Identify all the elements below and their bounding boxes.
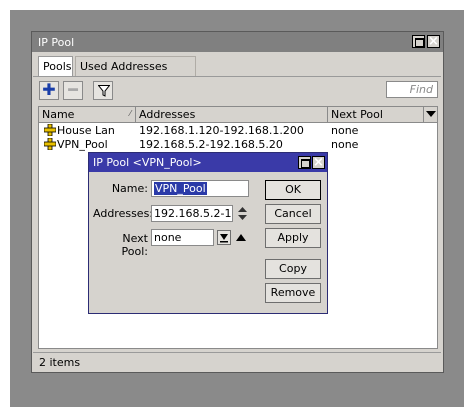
pool-icon <box>44 124 56 136</box>
pool-edit-dialog: IP Pool <VPN_Pool> × Name: VPN_Pool Addr… <box>88 152 328 314</box>
name-field[interactable]: VPN_Pool <box>151 180 249 197</box>
dropdown-arrow-icon <box>426 111 436 117</box>
ok-button[interactable]: OK <box>265 180 321 200</box>
table-cell-next-pool: none <box>331 124 359 137</box>
triangle-up-icon[interactable] <box>235 233 247 242</box>
row-name: House Lan <box>57 124 115 137</box>
table-row[interactable]: House Lan 192.168.1.120-192.168.1.200 no… <box>39 124 437 138</box>
sort-icon: ⁄ <box>129 109 131 118</box>
table-header: Name ⁄ Addresses Next Pool <box>39 107 437 123</box>
minus-icon: ━ <box>68 80 78 99</box>
column-label: Name <box>42 108 75 121</box>
close-icon[interactable]: × <box>312 155 325 170</box>
filter-icon <box>98 85 110 97</box>
plus-icon: ✚ <box>42 80 56 99</box>
table-cell-name: VPN_Pool <box>41 138 140 152</box>
updown-arrows-icon[interactable] <box>236 206 249 221</box>
next-pool-label: Next Pool: <box>121 232 148 258</box>
dialog-titlebar[interactable]: IP Pool <VPN_Pool> × <box>89 153 327 172</box>
addresses-label: Addresses: <box>93 207 154 220</box>
copy-button[interactable]: Copy <box>265 259 321 279</box>
row-name: VPN_Pool <box>57 138 108 151</box>
maximize-icon[interactable] <box>412 35 425 48</box>
table-cell-addresses: 192.168.1.120-192.168.1.200 <box>139 124 304 137</box>
column-label: Next Pool <box>331 108 383 121</box>
add-button[interactable]: ✚ <box>39 81 59 100</box>
name-value: VPN_Pool <box>154 182 207 195</box>
item-count: 2 items <box>39 356 81 369</box>
dropdown-arrow-icon[interactable] <box>217 230 231 245</box>
table-cell-name: House Lan <box>41 124 140 138</box>
remove-button[interactable]: Remove <box>265 283 321 303</box>
column-header-addresses[interactable]: Addresses <box>136 107 328 122</box>
next-pool-select[interactable]: none <box>151 229 214 246</box>
status-bar: 2 items <box>33 352 441 371</box>
apply-button[interactable]: Apply <box>265 228 321 248</box>
dialog-title: IP Pool <VPN_Pool> <box>93 156 202 169</box>
name-label: Name: <box>111 182 148 195</box>
table-cell-addresses: 192.168.5.2-192.168.5.20 <box>139 138 283 151</box>
column-header-next-pool[interactable]: Next Pool <box>328 107 424 122</box>
toolbar: ✚ ━ Find <box>33 76 441 104</box>
tab-pools[interactable]: Pools <box>38 56 73 76</box>
find-input[interactable]: Find <box>386 81 438 98</box>
close-icon[interactable]: × <box>427 34 440 49</box>
window-title: IP Pool <box>38 36 75 49</box>
column-header-name[interactable]: Name ⁄ <box>39 107 136 122</box>
table-row[interactable]: VPN_Pool 192.168.5.2-192.168.5.20 none <box>39 138 437 152</box>
column-menu-button[interactable] <box>424 107 437 122</box>
remove-button[interactable]: ━ <box>63 81 83 100</box>
cancel-button[interactable]: Cancel <box>265 204 321 224</box>
pool-icon <box>44 138 56 150</box>
filter-button[interactable] <box>93 81 113 100</box>
maximize-icon[interactable] <box>298 156 311 169</box>
window-titlebar[interactable]: IP Pool × <box>32 32 443 52</box>
column-label: Addresses <box>139 108 196 121</box>
addresses-field[interactable]: 192.168.5.2-192 <box>151 205 233 222</box>
tab-used-addresses[interactable]: Used Addresses <box>75 56 196 76</box>
table-cell-next-pool: none <box>331 138 359 151</box>
